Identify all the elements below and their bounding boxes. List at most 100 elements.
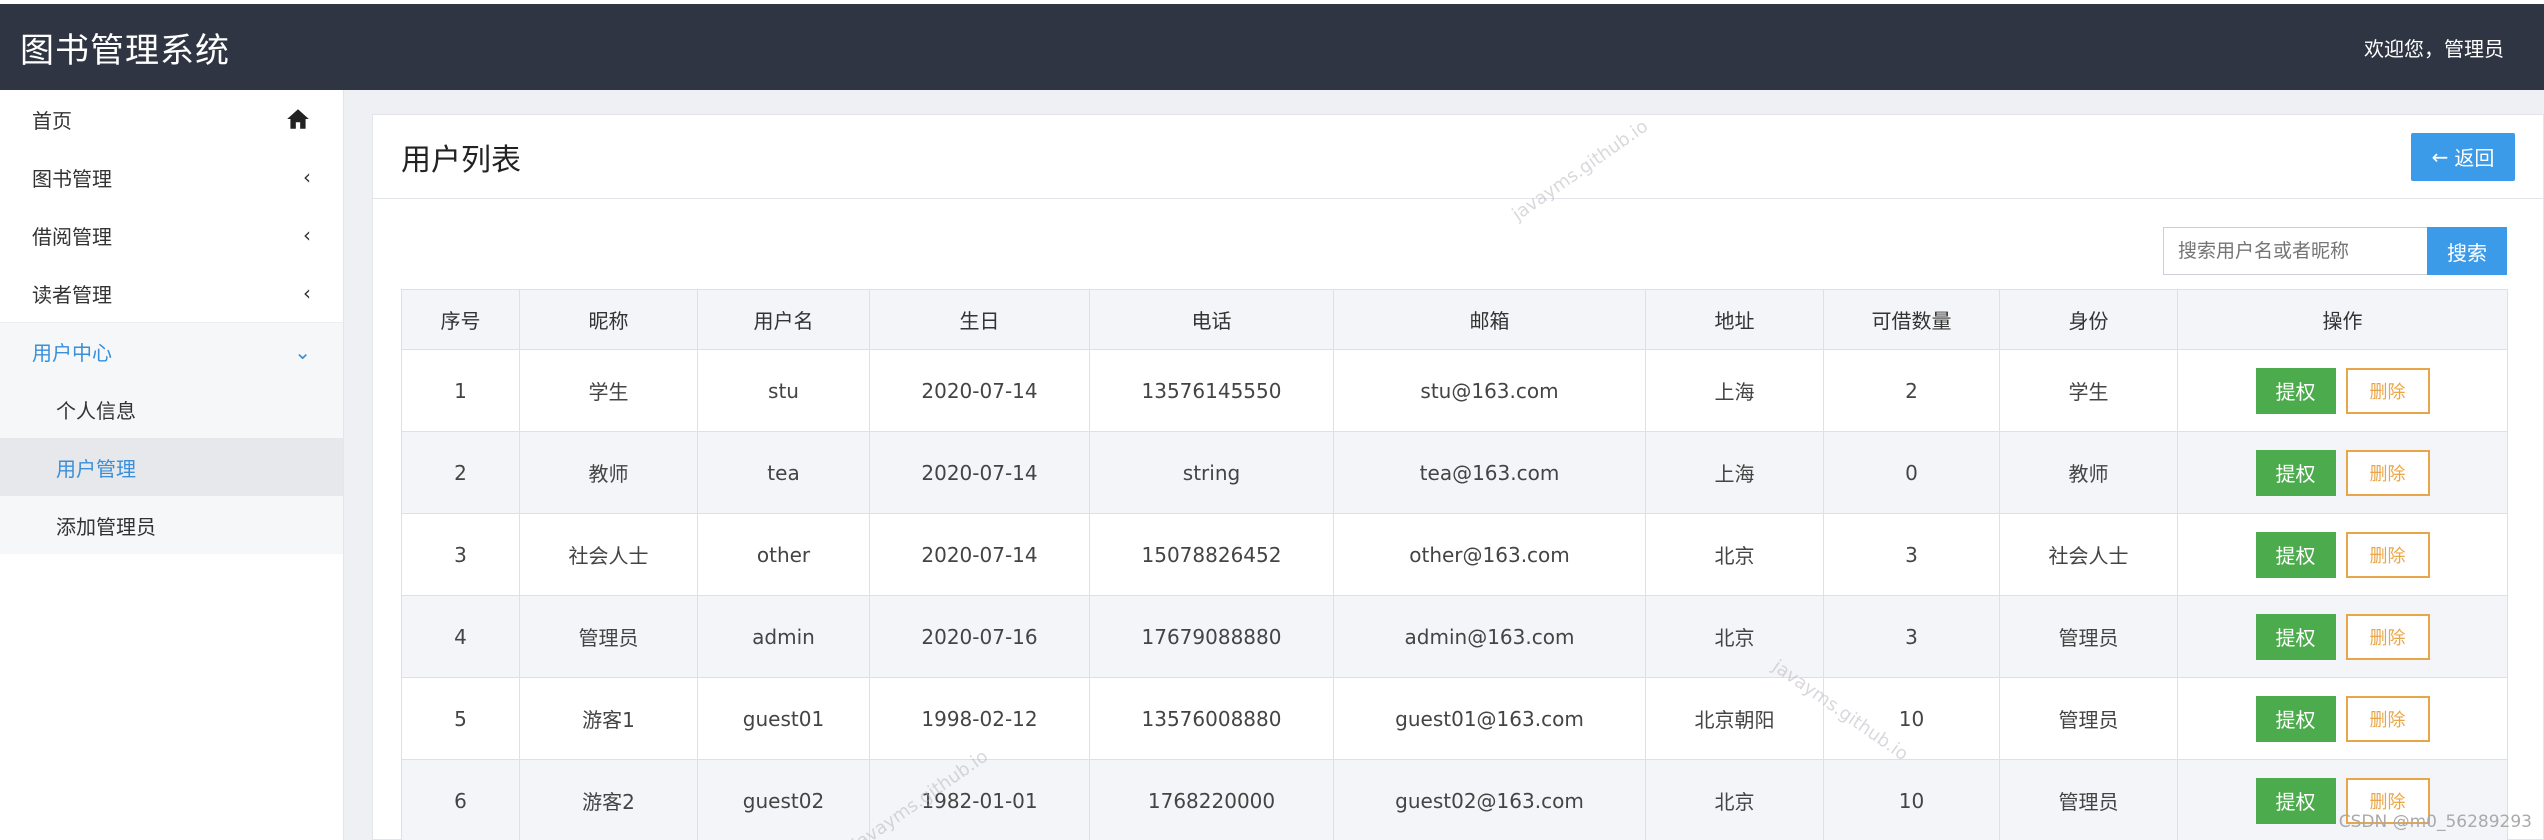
cell-role: 管理员 — [1999, 595, 2178, 678]
cell-quota: 0 — [1823, 431, 2000, 514]
column-header: 可借数量 — [1823, 289, 2000, 350]
user-table: 序号 昵称 用户名 生日 电话 邮箱 地址 可借数量 身份 操作 1 学生 st… — [401, 289, 2508, 840]
cell-email: tea@163.com — [1333, 431, 1646, 514]
cell-address: 北京 — [1645, 759, 1824, 840]
promote-button[interactable]: 提权 — [2255, 777, 2336, 824]
cell-address: 北京朝阳 — [1645, 677, 1824, 760]
cell-actions: 提权 删除 — [2177, 513, 2508, 596]
sidebar-item-home[interactable]: 首页 — [0, 90, 343, 148]
table-row: 1 学生 stu 2020-07-14 13576145550 stu@163.… — [401, 349, 2508, 432]
sidebar-item-label: 首页 — [32, 108, 72, 133]
cell-quota: 3 — [1823, 513, 2000, 596]
delete-button[interactable]: 删除 — [2345, 449, 2430, 496]
cell-nickname: 游客2 — [519, 759, 698, 840]
sidebar-item-borrow[interactable]: 借阅管理 ‹ — [0, 206, 343, 264]
cell-no: 3 — [401, 513, 520, 596]
cell-username: admin — [697, 595, 870, 678]
delete-button[interactable]: 删除 — [2345, 695, 2430, 742]
sidebar-subitem-label: 用户管理 — [56, 456, 136, 481]
cell-quota: 2 — [1823, 349, 2000, 432]
cell-role: 学生 — [1999, 349, 2178, 432]
cell-username: stu — [697, 349, 870, 432]
cell-birthday: 2020-07-14 — [869, 349, 1090, 432]
back-button[interactable]: ← 返回 — [2411, 132, 2515, 181]
promote-button[interactable]: 提权 — [2255, 367, 2336, 414]
chevron-left-icon: ‹ — [303, 281, 311, 305]
cell-phone: string — [1089, 431, 1334, 514]
cell-role: 管理员 — [1999, 759, 2178, 840]
cell-birthday: 2020-07-14 — [869, 431, 1090, 514]
delete-button[interactable]: 删除 — [2345, 531, 2430, 578]
cell-birthday: 2020-07-14 — [869, 513, 1090, 596]
welcome-text[interactable]: 欢迎您，管理员 — [2364, 33, 2524, 62]
promote-button[interactable]: 提权 — [2255, 613, 2336, 660]
sidebar-subitem-user-management[interactable]: 用户管理 — [0, 438, 343, 496]
column-header: 操作 — [2177, 289, 2508, 350]
cell-no: 5 — [401, 677, 520, 760]
cell-role: 管理员 — [1999, 677, 2178, 760]
column-header: 电话 — [1089, 289, 1334, 350]
cell-quota: 3 — [1823, 595, 2000, 678]
app-title: 图书管理系统 — [20, 30, 230, 71]
column-header: 用户名 — [697, 289, 870, 350]
cell-username: tea — [697, 431, 870, 514]
user-table-wrapper: 序号 昵称 用户名 生日 电话 邮箱 地址 可借数量 身份 操作 1 学生 st… — [401, 289, 2508, 840]
promote-button[interactable]: 提权 — [2255, 531, 2336, 578]
top-navbar: 图书管理系统 欢迎您，管理员 — [0, 0, 2544, 90]
panel-header: 用户列表 ← 返回 — [373, 115, 2543, 199]
promote-button[interactable]: 提权 — [2255, 449, 2336, 496]
cell-actions: 提权 删除 — [2177, 677, 2508, 760]
cell-no: 6 — [401, 759, 520, 840]
cell-email: admin@163.com — [1333, 595, 1646, 678]
cell-birthday: 1998-02-12 — [869, 677, 1090, 760]
search-bar: 搜索 — [2163, 227, 2507, 275]
cell-nickname: 社会人士 — [519, 513, 698, 596]
cell-phone: 13576145550 — [1089, 349, 1334, 432]
sidebar-item-readers[interactable]: 读者管理 ‹ — [0, 264, 343, 322]
chevron-down-icon: ⌄ — [294, 339, 311, 364]
column-header: 邮箱 — [1333, 289, 1646, 350]
sidebar-item-books[interactable]: 图书管理 ‹ — [0, 148, 343, 206]
sidebar-subitem-profile[interactable]: 个人信息 — [0, 380, 343, 438]
search-input[interactable] — [2163, 227, 2427, 275]
back-button-label: 返回 — [2454, 146, 2495, 170]
cell-address: 北京 — [1645, 513, 1824, 596]
promote-button[interactable]: 提权 — [2255, 695, 2336, 742]
cell-no: 2 — [401, 431, 520, 514]
delete-button[interactable]: 删除 — [2345, 613, 2430, 660]
cell-phone: 1768220000 — [1089, 759, 1334, 840]
column-header: 生日 — [869, 289, 1090, 350]
sidebar-item-label: 读者管理 — [32, 282, 112, 307]
cell-username: guest02 — [697, 759, 870, 840]
column-header: 序号 — [401, 289, 520, 350]
cell-email: stu@163.com — [1333, 349, 1646, 432]
table-header-row: 序号 昵称 用户名 生日 电话 邮箱 地址 可借数量 身份 操作 — [401, 289, 2508, 350]
cell-address: 上海 — [1645, 431, 1824, 514]
cell-phone: 17679088880 — [1089, 595, 1334, 678]
cell-email: guest02@163.com — [1333, 759, 1646, 840]
cell-no: 4 — [401, 595, 520, 678]
search-button[interactable]: 搜索 — [2427, 227, 2507, 275]
sidebar-item-label: 图书管理 — [32, 166, 112, 191]
cell-email: guest01@163.com — [1333, 677, 1646, 760]
sidebar-subitem-add-admin[interactable]: 添加管理员 — [0, 496, 343, 554]
main-panel: 用户列表 ← 返回 搜索 序号 昵称 用户名 生日 电话 邮箱 — [372, 114, 2544, 840]
cell-actions: 提权 删除 — [2177, 595, 2508, 678]
delete-button[interactable]: 删除 — [2345, 367, 2430, 414]
cell-phone: 15078826452 — [1089, 513, 1334, 596]
table-row: 6 游客2 guest02 1982-01-01 1768220000 gues… — [401, 759, 2508, 840]
sidebar: 首页 图书管理 ‹ 借阅管理 ‹ 读者管理 ‹ 用户中心 ⌄ 个人信息 用户管理… — [0, 90, 344, 840]
cell-role: 社会人士 — [1999, 513, 2178, 596]
cell-actions: 提权 删除 — [2177, 431, 2508, 514]
cell-actions: 提权 删除 — [2177, 349, 2508, 432]
sidebar-item-user-center[interactable]: 用户中心 ⌄ — [0, 322, 343, 380]
cell-username: guest01 — [697, 677, 870, 760]
sidebar-subitem-label: 个人信息 — [56, 398, 136, 423]
table-row: 2 教师 tea 2020-07-14 string tea@163.com 上… — [401, 431, 2508, 514]
cell-email: other@163.com — [1333, 513, 1646, 596]
table-row: 4 管理员 admin 2020-07-16 17679088880 admin… — [401, 595, 2508, 678]
cell-address: 北京 — [1645, 595, 1824, 678]
column-header: 昵称 — [519, 289, 698, 350]
cell-username: other — [697, 513, 870, 596]
page-title: 用户列表 — [401, 142, 521, 178]
